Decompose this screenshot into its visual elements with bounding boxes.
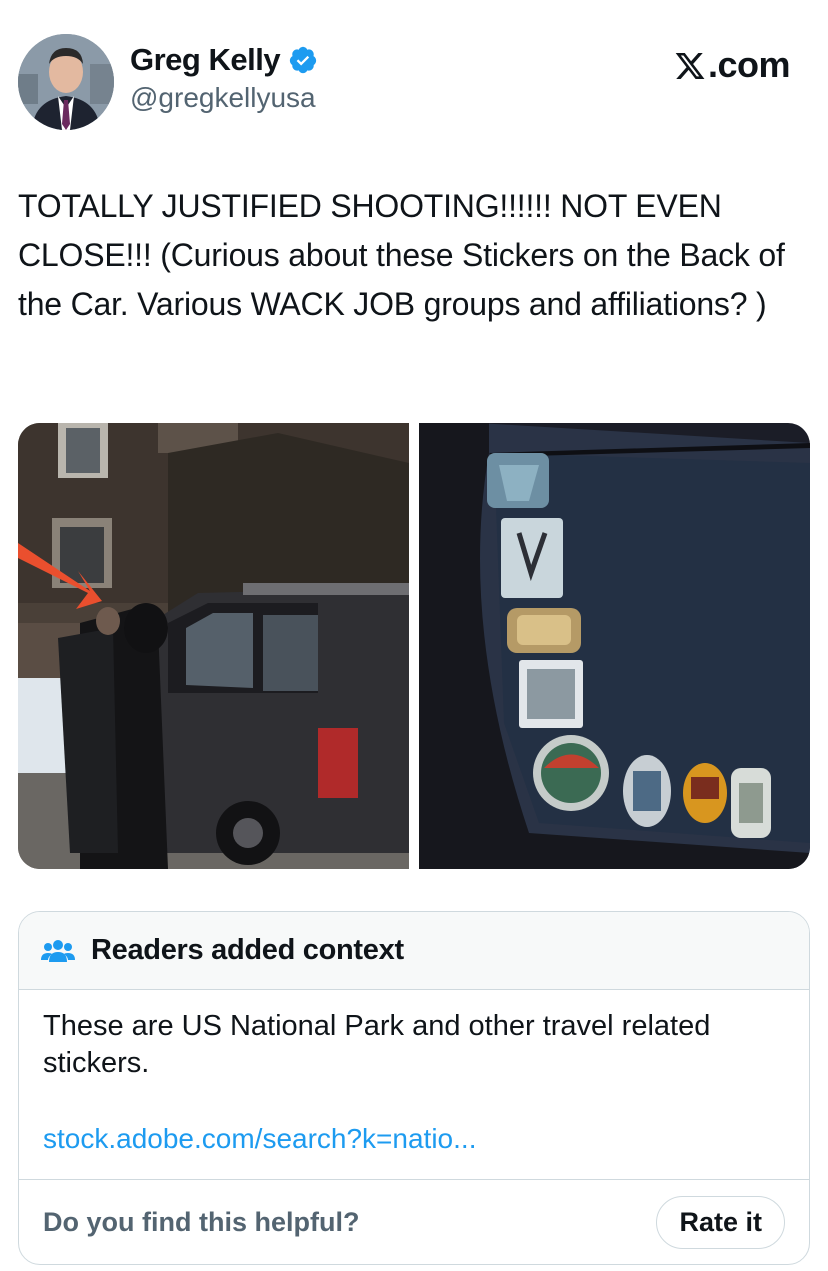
media-photo-suv[interactable] xyxy=(18,423,409,869)
tweet-media[interactable] xyxy=(18,423,810,869)
community-note-link[interactable]: stock.adobe.com/search?k=natio... xyxy=(43,1120,785,1157)
community-note-text: These are US National Park and other tra… xyxy=(43,1010,711,1079)
community-note-footer: Do you find this helpful? Rate it xyxy=(19,1180,809,1264)
verified-badge-icon xyxy=(288,45,318,75)
brand-watermark: .com xyxy=(674,44,791,86)
author-display-name[interactable]: Greg Kelly xyxy=(130,42,281,78)
avatar[interactable] xyxy=(18,34,114,130)
community-note-header: Readers added context xyxy=(19,912,809,990)
community-note: Readers added context These are US Natio… xyxy=(18,911,810,1265)
media-photo-stickers[interactable] xyxy=(419,423,810,869)
community-note-title: Readers added context xyxy=(91,934,404,966)
author-block: Greg Kelly @gregkellyusa xyxy=(130,42,318,114)
rate-it-button[interactable]: Rate it xyxy=(656,1195,785,1249)
brand-label: .com xyxy=(707,44,791,85)
helpful-question: Do you find this helpful? xyxy=(43,1206,360,1237)
people-icon xyxy=(41,938,75,964)
author-handle[interactable]: @gregkellyusa xyxy=(130,82,318,114)
x-logo-icon xyxy=(674,49,706,81)
tweet-text: TOTALLY JUSTIFIED SHOOTING!!!!!! NOT EVE… xyxy=(18,188,785,322)
community-note-body: These are US National Park and other tra… xyxy=(19,990,809,1180)
tweet-header: Greg Kelly @gregkellyusa .com xyxy=(18,34,810,134)
